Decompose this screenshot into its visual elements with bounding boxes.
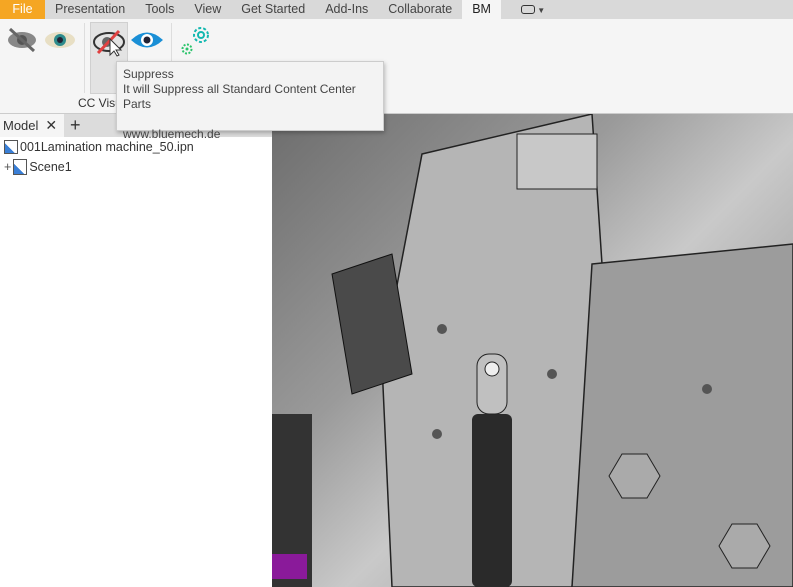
expand-icon[interactable]: + <box>4 157 11 177</box>
hide-button[interactable] <box>5 23 39 57</box>
scene-icon <box>13 159 28 175</box>
eye-blue-icon <box>131 32 163 48</box>
tab-tools[interactable]: Tools <box>135 0 184 19</box>
tree-item-scene[interactable]: + Scene1 <box>0 157 272 177</box>
ribbon-display-toggle[interactable]: ▼ <box>501 0 555 19</box>
show-button[interactable] <box>43 23 77 57</box>
tab-file[interactable]: File <box>0 0 45 19</box>
tooltip-description: It will Suppress all Standard Content Ce… <box>123 82 356 111</box>
menu-tab-bar: File Presentation Tools View Get Started… <box>0 0 793 19</box>
tooltip-title: Suppress <box>123 67 174 81</box>
tab-collaborate[interactable]: Collaborate <box>378 0 462 19</box>
tab-add-ins[interactable]: Add-Ins <box>315 0 378 19</box>
ribbon-toggle-icon <box>520 5 535 15</box>
cad-model-render <box>272 114 793 587</box>
add-tab-button[interactable]: + <box>70 115 81 136</box>
eye-hidden-icon <box>8 27 36 53</box>
eye-suppress-icon <box>93 29 125 57</box>
gear-icon <box>181 27 209 55</box>
tab-bm[interactable]: BM <box>462 0 501 19</box>
tooltip-link: www.bluemech.de <box>123 127 221 141</box>
settings-button[interactable] <box>178 23 214 57</box>
tab-presentation[interactable]: Presentation <box>45 0 135 19</box>
3d-viewport[interactable] <box>272 114 793 587</box>
presentation-file-icon <box>4 140 18 154</box>
tab-view[interactable]: View <box>184 0 231 19</box>
close-icon[interactable]: ✕ <box>45 117 57 134</box>
tab-model[interactable]: Model ✕ <box>0 114 64 137</box>
model-browser: Model ✕ + 001Lamination machine_50.ipn + … <box>0 114 272 587</box>
eye-icon <box>45 32 75 48</box>
tree-item-label: Scene1 <box>29 160 72 174</box>
chevron-down-icon: ▼ <box>534 6 546 15</box>
tab-get-started[interactable]: Get Started <box>231 0 315 19</box>
model-tab-label: Model <box>3 118 39 133</box>
tooltip: Suppress It will Suppress all Standard C… <box>116 61 384 141</box>
unsuppress-button[interactable] <box>130 23 164 57</box>
